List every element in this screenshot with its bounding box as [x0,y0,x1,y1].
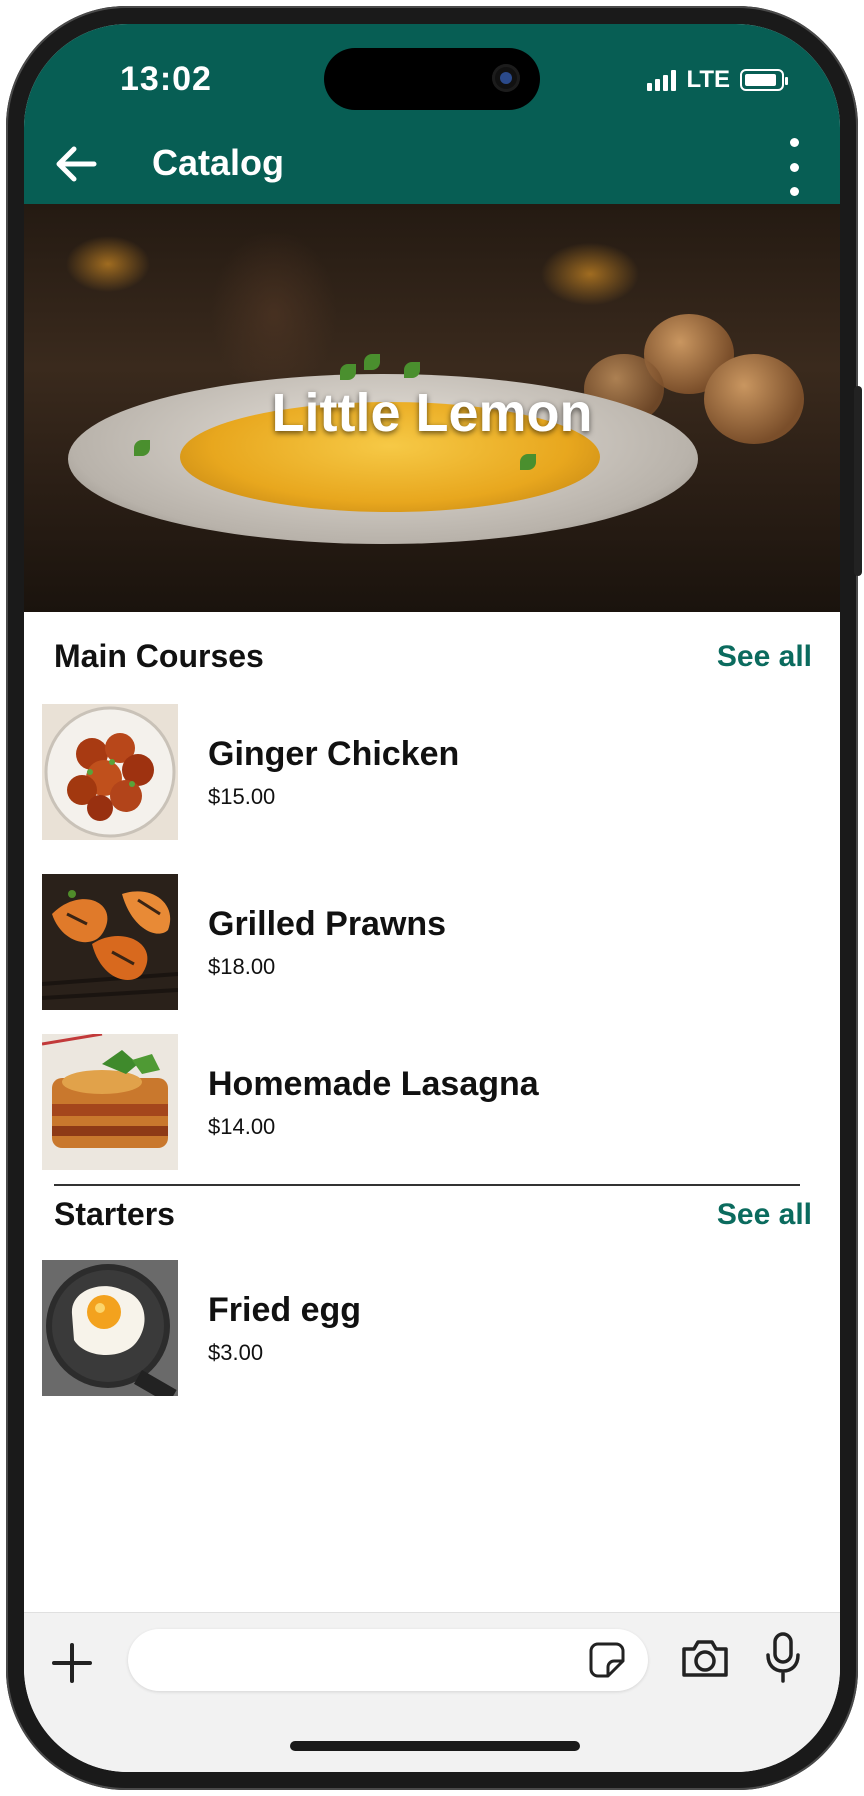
back-arrow-icon[interactable] [52,140,100,188]
app-header: 13:02 LTE Catalog [24,24,840,204]
phone-frame: 13:02 LTE Catalog Little Lemon Main Cour… [6,6,862,1790]
item-price: $15.00 [208,783,276,809]
sticker-icon[interactable] [588,1641,626,1679]
page-title: Catalog [152,142,285,183]
screen: 13:02 LTE Catalog Little Lemon Main Cour… [24,24,840,1772]
fried-egg-image [42,1260,178,1396]
front-camera [492,64,520,92]
home-indicator[interactable] [290,1741,580,1751]
list-item[interactable]: Ginger Chicken $15.00 [42,704,459,840]
item-name: Fried egg [208,1290,362,1329]
grilled-prawns-image [42,874,178,1010]
section-header-main-courses: Main Courses See all [54,638,812,675]
section-title: Main Courses [54,638,264,674]
network-type: LTE [686,66,730,93]
list-item[interactable]: Homemade Lasagna $14.00 [42,1034,539,1170]
more-vertical-icon[interactable] [782,138,806,196]
plus-icon[interactable] [50,1641,94,1685]
see-all-link[interactable]: See all [717,1198,812,1232]
item-price: $18.00 [208,953,276,979]
item-price: $14.00 [208,1113,276,1139]
signal-icon [647,69,677,91]
status-icons: LTE [647,66,788,94]
message-input[interactable] [128,1629,648,1691]
message-composer [24,1612,840,1772]
item-name: Grilled Prawns [208,904,447,943]
hero-banner: Little Lemon [24,204,840,612]
side-button [854,386,862,576]
ginger-chicken-image [42,704,178,840]
see-all-link[interactable]: See all [717,640,812,674]
list-item[interactable]: Fried egg $3.00 [42,1260,361,1396]
item-price: $3.00 [208,1339,264,1365]
restaurant-name: Little Lemon [271,383,593,443]
list-item[interactable]: Grilled Prawns $18.00 [42,874,446,1010]
status-time: 13:02 [120,60,212,98]
battery-icon [740,69,788,91]
camera-icon[interactable] [680,1635,730,1681]
section-title: Starters [54,1196,175,1232]
section-divider [54,1184,800,1186]
item-name: Ginger Chicken [208,734,460,773]
lasagna-image [42,1034,178,1170]
microphone-icon[interactable] [764,1631,802,1683]
item-name: Homemade Lasagna [208,1064,539,1103]
section-header-starters: Starters See all [54,1196,812,1233]
